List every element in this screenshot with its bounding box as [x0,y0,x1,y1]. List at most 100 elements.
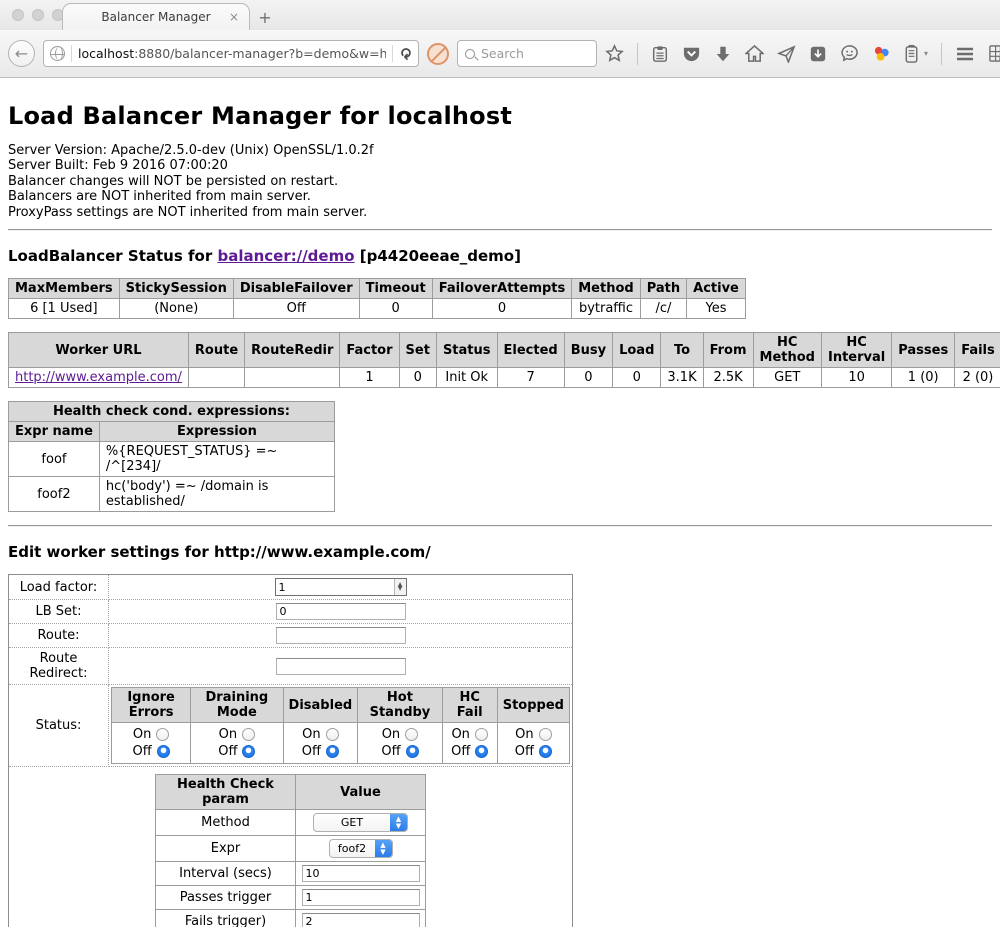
home-icon[interactable] [745,44,764,63]
route-redirect-label: Route Redirect: [9,648,109,685]
draining-mode-on-radio[interactable] [242,728,255,741]
table-title-row: Health check cond. expressions: [9,402,335,422]
tab-balancer-manager[interactable]: Balancer Manager × [62,3,250,30]
health-check-param-table: Health Check param Value Method GET▲▼ Ex… [155,774,426,927]
fails-input[interactable] [302,913,420,927]
browser-window: Balancer Manager × + ← localhost:8880/ba… [0,0,1000,927]
health-check-cell: Health Check param Value Method GET▲▼ Ex… [9,767,573,927]
stopped-radios: On Off [497,723,569,764]
load-factor-input[interactable]: 1 ▲▼ [275,578,407,596]
method-label: Method [156,810,296,836]
new-tab-button[interactable]: + [250,4,280,30]
on-label: On [382,726,400,743]
cell-from: 2.5K [703,368,753,388]
toolbar-icons: ▾ [605,43,1000,65]
battery-extension-icon[interactable] [904,44,919,63]
column-header: Factor [340,333,399,368]
interval-cell [296,862,426,886]
colored-dots-extension-icon[interactable] [872,44,891,63]
hc-header-row: Health Check param Value [156,775,426,810]
column-header: Worker URL [9,333,189,368]
interval-input[interactable] [302,865,420,882]
divider [8,229,992,231]
save-page-icon[interactable] [809,45,827,63]
column-header: Method [572,279,640,299]
feedback-smiley-icon[interactable] [840,44,859,63]
draining-mode-off-radio[interactable] [242,745,255,758]
url-text[interactable]: localhost:8880/balancer-manager?b=demo&w… [78,46,386,61]
form-row-load-factor: Load factor: 1 ▲▼ [9,575,573,600]
column-header: Path [640,279,686,299]
status-radio-table: Ignore Errors Draining Mode Disabled Hot… [111,687,570,764]
back-button[interactable]: ← [8,40,35,67]
expr-label: Expr [156,836,296,862]
expr-table-title: Health check cond. expressions: [9,402,335,422]
expr-row: foof2 hc('body') =~ /domain is establish… [9,477,335,512]
cell-failoverattempts: 0 [432,299,572,319]
downloads-icon[interactable] [714,45,732,63]
hc-fail-off-radio[interactable] [475,745,488,758]
cell-factor: 1 [340,368,399,388]
load-factor-field-cell: 1 ▲▼ [109,575,573,600]
chevron-down-icon[interactable]: ▾ [924,49,928,58]
stopped-on-radio[interactable] [539,728,552,741]
url-bar[interactable]: localhost:8880/balancer-manager?b=demo&w… [43,40,419,67]
route-input[interactable] [276,627,406,644]
worker-url-link[interactable]: http://www.example.com/ [15,370,182,385]
pocket-icon[interactable] [682,44,701,63]
number-stepper-icon[interactable]: ▲▼ [394,579,406,595]
on-label: On [133,726,151,743]
history-clipboard-icon[interactable] [651,45,669,63]
url-separator [392,45,393,62]
method-cell: GET▲▼ [296,810,426,836]
tab-close-icon[interactable]: × [229,11,239,23]
status-radio-row: On Off On Off On Off [112,723,570,764]
off-label: Off [133,743,152,760]
cell-set: 0 [399,368,436,388]
column-header: Health Check param [156,775,296,810]
form-row-health-check: Health Check param Value Method GET▲▼ Ex… [9,767,573,927]
column-header: Fails [955,333,1000,368]
column-header: Stopped [497,688,569,723]
window-controls[interactable] [12,9,64,21]
search-bar[interactable]: Search [457,40,597,67]
route-redirect-input[interactable] [276,658,406,675]
cell-fails: 2 (0) [955,368,1000,388]
cell-expr-name: foof [9,442,100,477]
send-to-device-icon[interactable] [777,44,796,63]
method-select[interactable]: GET▲▼ [313,813,408,832]
on-label: On [515,726,533,743]
content-blocker-icon[interactable] [427,43,449,65]
cell-path: /c/ [640,299,686,319]
ignore-errors-on-radio[interactable] [156,728,169,741]
balancer-status-table: MaxMembers StickySession DisableFailover… [8,278,746,319]
reload-icon[interactable]: ⟳ [397,47,415,60]
balancer-demo-link[interactable]: balancer://demo [217,247,354,265]
column-header: Value [296,775,426,810]
passes-cell [296,886,426,910]
expr-select[interactable]: foof2▲▼ [329,839,393,858]
hc-fail-on-radio[interactable] [475,728,488,741]
minimize-window-button[interactable] [32,9,44,21]
toolbar-separator [941,43,942,65]
column-header: Set [399,333,436,368]
column-header: From [703,333,753,368]
cell-route [188,368,244,388]
hot-standby-off-radio[interactable] [406,745,419,758]
status-heading-prefix: LoadBalancer Status for [8,247,217,265]
cell-expression: %{REQUEST_STATUS} =~ /^[234]/ [99,442,334,477]
form-row-lb-set: LB Set: [9,600,573,624]
hot-standby-on-radio[interactable] [405,728,418,741]
disabled-on-radio[interactable] [326,728,339,741]
lb-set-field-cell [109,600,573,624]
on-label: On [219,726,237,743]
ignore-errors-off-radio[interactable] [157,745,170,758]
grid-extension-icon[interactable] [988,44,1000,63]
bookmark-star-icon[interactable] [605,44,624,63]
disabled-off-radio[interactable] [326,745,339,758]
menu-hamburger-icon[interactable] [955,45,975,63]
passes-input[interactable] [302,889,420,906]
close-window-button[interactable] [12,9,24,21]
lb-set-input[interactable] [276,603,406,620]
stopped-off-radio[interactable] [539,745,552,758]
